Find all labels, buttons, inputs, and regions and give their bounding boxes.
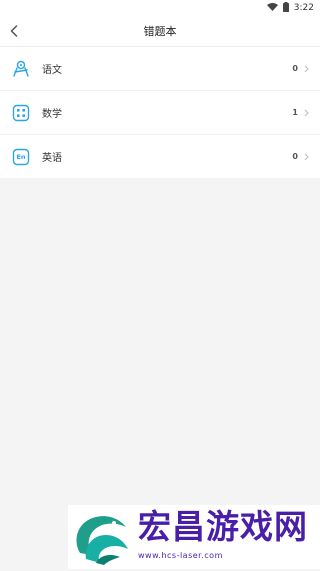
mistake-count: 1 bbox=[292, 108, 298, 117]
list-item-english[interactable]: En 英语 0 bbox=[0, 135, 320, 178]
battery-icon bbox=[282, 1, 289, 15]
math-subject-icon bbox=[11, 103, 31, 123]
dragon-logo-icon bbox=[70, 509, 132, 571]
chevron-right-icon bbox=[302, 64, 310, 74]
english-subject-icon: En bbox=[11, 147, 31, 167]
nav-bar: 错题本 bbox=[0, 16, 320, 47]
chevron-right-icon bbox=[302, 152, 310, 162]
status-bar: 3:22 bbox=[0, 0, 320, 16]
status-indicators: 3:22 bbox=[266, 1, 314, 15]
wifi-icon bbox=[266, 2, 278, 14]
mistake-count: 0 bbox=[292, 64, 298, 73]
subject-label: 数学 bbox=[42, 109, 62, 120]
watermark: 宏昌游戏网 www.hcs-laser.com bbox=[68, 505, 320, 569]
subject-label: 语文 bbox=[42, 65, 62, 76]
chinese-subject-icon bbox=[11, 59, 31, 79]
chevron-right-icon bbox=[302, 108, 310, 118]
watermark-title: 宏昌游戏网 bbox=[138, 507, 308, 546]
watermark-url: www.hcs-laser.com bbox=[138, 551, 223, 560]
list-item-chinese[interactable]: 语文 0 bbox=[0, 47, 320, 91]
status-time: 3:22 bbox=[293, 3, 314, 13]
mistake-count: 0 bbox=[292, 152, 298, 161]
list-item-math[interactable]: 数学 1 bbox=[0, 91, 320, 135]
subject-label: 英语 bbox=[42, 153, 62, 164]
page-title: 错题本 bbox=[143, 25, 177, 38]
english-icon-text: En bbox=[16, 152, 26, 161]
subject-list: 语文 0 数学 1 En 英语 0 bbox=[0, 47, 320, 178]
